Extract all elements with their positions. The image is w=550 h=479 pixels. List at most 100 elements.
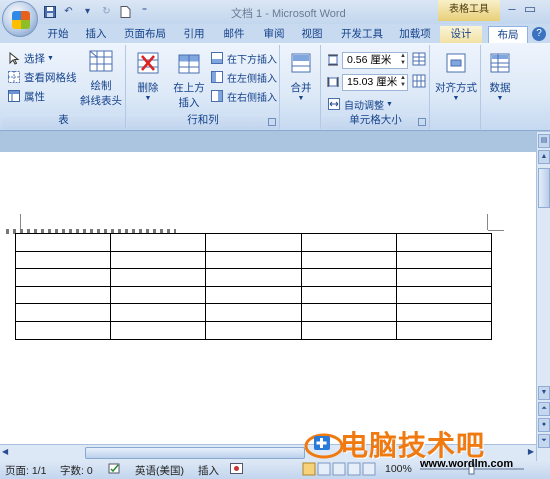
column-width-icon [327, 76, 339, 91]
spinner-arrows-icon[interactable]: ▲ ▼ [400, 53, 406, 67]
select-button[interactable]: 选择 ▼ [8, 51, 54, 66]
table-cell[interactable] [14, 250, 112, 270]
insert-above-button[interactable]: 在上方 插入 [169, 51, 209, 110]
redo-icon[interactable]: ↻ [99, 4, 114, 19]
tab-view[interactable]: 视图 [296, 26, 328, 44]
tab-insert[interactable]: 插入 [80, 26, 112, 44]
tab-home[interactable]: 开始 [38, 26, 78, 44]
table-cell[interactable] [395, 233, 493, 252]
chevron-down-icon: ▼ [144, 95, 152, 102]
view-gridlines-button[interactable]: 查看网格线 [8, 70, 77, 85]
ruler-toggle-icon[interactable]: ▤ [538, 134, 550, 148]
table-cell[interactable] [205, 233, 302, 252]
table-row [14, 250, 493, 270]
word-count[interactable]: 字数: 0 [60, 463, 93, 478]
dropdown-arrow-icon[interactable]: ▾ [80, 4, 95, 19]
minimize-icon[interactable]: – [502, 0, 522, 20]
table-cell[interactable] [14, 268, 112, 287]
table-cell[interactable] [14, 285, 112, 305]
data-icon [486, 51, 514, 77]
tab-addins[interactable]: 加载项 [394, 26, 436, 44]
table-cell[interactable] [300, 233, 397, 252]
table-cell[interactable] [205, 285, 302, 305]
maximize-icon[interactable]: ▭ [520, 0, 540, 20]
row-height-input[interactable]: 0.56 厘米 ▲ ▼ [342, 52, 408, 69]
document-table[interactable] [14, 233, 493, 340]
previous-page-icon[interactable]: ⏶ [538, 402, 550, 416]
table-cell[interactable] [205, 303, 302, 322]
vertical-scrollbar[interactable]: ▤ ▲ ▼ ⏶ ● ⏷ [536, 132, 550, 462]
horizontal-scroll-thumb[interactable] [85, 447, 305, 459]
table-cell[interactable] [300, 320, 397, 340]
proofing-icon[interactable] [108, 463, 122, 478]
alignment-button[interactable]: 对齐方式 ▼ [433, 51, 479, 102]
distribute-rows-icon[interactable] [412, 52, 426, 69]
table-tools-header: 表格工具 [438, 0, 500, 21]
table-cell[interactable] [110, 250, 207, 270]
spinner-arrows-icon[interactable]: ▲ ▼ [400, 75, 406, 89]
scroll-up-icon[interactable]: ▲ [538, 150, 550, 164]
table-cell[interactable] [395, 285, 493, 305]
zoom-level[interactable]: 100% [385, 463, 412, 475]
table-cell[interactable] [300, 268, 397, 287]
save-icon[interactable] [42, 4, 57, 19]
draw-diagonal-header-button[interactable]: 绘制 斜线表头 [78, 49, 124, 108]
scroll-thumb[interactable] [538, 168, 550, 208]
tab-developer[interactable]: 开发工具 [336, 26, 388, 44]
properties-button[interactable]: 属性 [8, 89, 45, 104]
crop-mark [20, 214, 21, 230]
column-width-input[interactable]: 15.03 厘米 ▲ ▼ [342, 74, 408, 91]
ribbon: 选择 ▼ 查看网格线 属性 绘制 斜线表头 表 删除 ▼ 在上方 插入 在下方插… [0, 43, 550, 131]
office-button[interactable] [2, 1, 38, 37]
tab-mailings[interactable]: 邮件 [218, 26, 250, 44]
table-cell[interactable] [110, 320, 207, 340]
table-cell[interactable] [110, 268, 207, 287]
table-cell[interactable] [395, 250, 493, 270]
insert-mode[interactable]: 插入 [198, 463, 219, 478]
undo-icon[interactable]: ↶ [61, 4, 76, 19]
table-cell[interactable] [14, 303, 112, 322]
help-icon[interactable]: ? [532, 27, 546, 41]
chevron-down-icon: ▼ [297, 95, 305, 102]
table-cell[interactable] [205, 320, 302, 340]
tab-design[interactable]: 设计 [440, 26, 482, 44]
dialog-launcher-icon[interactable] [268, 118, 276, 126]
table-cell[interactable] [14, 320, 112, 340]
view-buttons[interactable] [302, 462, 378, 479]
language[interactable]: 英语(美国) [135, 463, 184, 478]
merge-button[interactable]: 合并 ▼ [285, 51, 317, 102]
macro-record-icon[interactable] [230, 463, 243, 477]
customize-toolbar-icon[interactable]: ⁼ [137, 4, 152, 19]
table-cell[interactable] [205, 250, 302, 270]
data-button[interactable]: 数据 ▼ [484, 51, 516, 102]
table-cell[interactable] [14, 233, 112, 252]
scroll-down-icon[interactable]: ▼ [538, 386, 550, 400]
table-cell[interactable] [300, 250, 397, 270]
table-cell[interactable] [110, 303, 207, 322]
watermark-url: www.wordlm.com [420, 458, 514, 470]
next-page-icon[interactable]: ⏷ [538, 434, 550, 448]
distribute-columns-icon[interactable] [412, 74, 426, 91]
delete-button[interactable]: 删除 ▼ [131, 51, 165, 102]
scroll-left-icon[interactable]: ◀ [2, 447, 8, 456]
table-cell[interactable] [395, 268, 493, 287]
dialog-launcher-icon[interactable] [418, 118, 426, 126]
insert-left-button[interactable]: 在左侧插入 [211, 70, 277, 85]
table-cell[interactable] [395, 303, 493, 322]
tab-review[interactable]: 审阅 [258, 26, 290, 44]
autofit-button[interactable]: 自动调整 ▼ [328, 97, 393, 112]
table-cell[interactable] [205, 268, 302, 287]
tab-page-layout[interactable]: 页面布局 [118, 26, 172, 44]
table-cell[interactable] [110, 233, 207, 252]
scroll-right-icon[interactable]: ▶ [528, 447, 534, 456]
select-browse-object-icon[interactable]: ● [538, 418, 550, 432]
table-cell[interactable] [110, 285, 207, 305]
insert-below-button[interactable]: 在下方插入 [211, 51, 277, 66]
table-cell[interactable] [300, 303, 397, 322]
new-document-icon[interactable] [118, 4, 133, 19]
insert-right-button[interactable]: 在右侧插入 [211, 89, 277, 104]
tab-references[interactable]: 引用 [178, 26, 210, 44]
table-cell[interactable] [395, 320, 493, 340]
table-cell[interactable] [300, 285, 397, 305]
page-count[interactable]: 页面: 1/1 [5, 463, 46, 478]
